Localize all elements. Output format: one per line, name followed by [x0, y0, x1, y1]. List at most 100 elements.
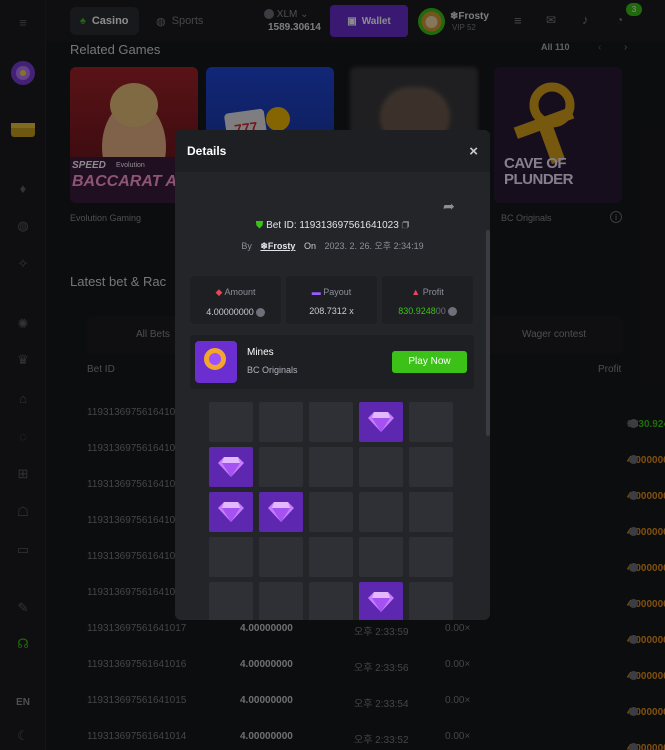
menu-icon[interactable]: ≡: [11, 10, 35, 34]
casino-icon[interactable]: ♦: [11, 176, 35, 200]
chevron-down-icon: ⌄: [300, 9, 309, 20]
tab-casino-label: Casino: [91, 15, 129, 27]
copy-icon[interactable]: ❐: [402, 220, 410, 231]
row-bet-id[interactable]: 119313697561641022: [87, 443, 186, 454]
gem-icon: [368, 412, 394, 432]
treasure-chest-icon[interactable]: [8, 116, 38, 142]
xlm-coin-icon: [629, 743, 638, 750]
amount-value: 4.00000000: [206, 307, 254, 317]
row-bet-id[interactable]: 119313697561641015: [87, 695, 186, 706]
mine-tile: [309, 402, 353, 442]
mine-tile: [409, 492, 453, 532]
modal-scrollbar[interactable]: [486, 230, 490, 436]
card-caption: BC Originals: [501, 213, 552, 223]
row-bet-id[interactable]: 119313697561641020: [87, 515, 186, 526]
amount-label: Amount: [224, 287, 256, 297]
vip-club-icon[interactable]: ♛: [11, 348, 35, 372]
shop-icon[interactable]: ⊞: [11, 462, 35, 486]
game-card-cave-of-plunder[interactable]: CAVE OF PLUNDER: [494, 67, 622, 203]
sports-icon[interactable]: ◍: [11, 214, 35, 238]
related-games-title: Related Games: [70, 42, 161, 57]
play-now-button[interactable]: Play Now: [392, 351, 467, 373]
sponsorship-icon[interactable]: ☖: [11, 500, 35, 524]
info-icon[interactable]: i: [610, 211, 622, 223]
coin-icon: [266, 107, 290, 131]
row-bet-id[interactable]: 119313697561641019: [87, 551, 186, 562]
xlm-coin-icon: [264, 9, 274, 20]
blog-icon[interactable]: ✎: [11, 596, 35, 620]
xlm-coin-icon: [255, 308, 265, 318]
bet-date: 2023. 2. 26. 오후 2:34:19: [324, 241, 424, 251]
lottery-icon[interactable]: ✧: [11, 252, 35, 276]
row-amount: 4.00000000: [240, 731, 293, 742]
tab-all-bets[interactable]: All Bets: [136, 329, 170, 340]
row-time: 오후 2:33:56: [354, 663, 409, 674]
xlm-coin-icon: [629, 419, 638, 428]
balance: 1589.30614: [268, 22, 321, 33]
row-bet-id[interactable]: 119313697561641016: [87, 659, 186, 670]
all-games-link[interactable]: All 110: [541, 42, 570, 52]
gift-icon[interactable]: ⌂: [11, 386, 35, 410]
xlm-coin-icon: [629, 599, 638, 608]
row-amount: 4.00000000: [240, 659, 293, 670]
share-icon[interactable]: ➦: [443, 198, 455, 215]
table-row[interactable]: 119313697561641014 4.00000000 오후 2:33:52 0.…: [87, 719, 665, 750]
currency-selector[interactable]: XLM ⌄: [264, 9, 309, 20]
gem-icon: [268, 502, 294, 522]
gem-icon: [218, 502, 244, 522]
payout-value: 208.7312 x: [309, 306, 354, 316]
xlm-coin-icon: [629, 707, 638, 716]
profit-stat: ▲ Profit 830.924800: [382, 276, 473, 324]
avatar[interactable]: [418, 8, 445, 35]
table-row[interactable]: 119313697561641015 4.00000000 오후 2:33:54 0.…: [87, 683, 665, 719]
vip-level: VIP 52: [452, 23, 476, 32]
mine-tile: [259, 402, 303, 442]
row-bet-id[interactable]: 119313697561641018: [87, 587, 186, 598]
tab-wager-contest[interactable]: Wager contest: [522, 329, 586, 340]
row-multiplier: 0.00×: [445, 623, 471, 634]
row-bet-id[interactable]: 119313697561641023: [87, 407, 186, 418]
language-selector[interactable]: EN: [11, 690, 35, 714]
tab-sports[interactable]: ◍ Sports: [146, 7, 213, 35]
mine-tile: [359, 537, 403, 577]
support-headset-icon[interactable]: ☊: [11, 632, 35, 656]
mail-icon[interactable]: ✉: [546, 13, 556, 27]
latest-bets-title: Latest bet & Rac: [70, 274, 167, 289]
row-bet-id[interactable]: 119313697561641014: [87, 731, 186, 742]
table-row[interactable]: 119313697561641016 4.00000000 오후 2:33:56 0.…: [87, 647, 665, 683]
shield-icon: ⛊: [255, 220, 264, 231]
wallet-button[interactable]: ▣ Wallet: [330, 5, 408, 37]
spin-wheel-icon[interactable]: [8, 58, 38, 88]
tab-casino[interactable]: ♠ Casino: [70, 7, 139, 35]
list-icon[interactable]: ≡: [514, 13, 522, 28]
mine-tile: [259, 537, 303, 577]
mine-tile: [209, 582, 253, 620]
row-bet-id[interactable]: 119313697561641021: [87, 479, 186, 490]
mine-tile: [309, 492, 353, 532]
bet-user-link[interactable]: ❄Frosty: [260, 241, 295, 251]
card-art-text-2: BACCARAT A: [72, 173, 177, 190]
wallet-label: Wallet: [361, 15, 391, 27]
mine-tile: [309, 537, 353, 577]
bell-icon[interactable]: ♪: [582, 12, 589, 27]
prev-arrow-icon[interactable]: ‹: [598, 42, 601, 53]
dark-mode-icon[interactable]: ☾: [11, 724, 35, 748]
mine-tile-gem: [209, 447, 253, 487]
close-icon[interactable]: ×: [469, 143, 478, 160]
promotions-icon[interactable]: ✺: [11, 312, 35, 336]
row-bet-id[interactable]: 119313697561641017: [87, 623, 186, 634]
next-arrow-icon[interactable]: ›: [624, 42, 627, 53]
casino-tab-icon: ♠: [80, 15, 86, 27]
mine-tile-gem: [259, 492, 303, 532]
chat-icon[interactable]: ◔: [616, 13, 623, 27]
profit-value: 830.9248: [398, 306, 436, 316]
mines-game-thumbnail[interactable]: [195, 341, 237, 383]
xlm-coin-icon: [629, 671, 638, 680]
username[interactable]: ❄Frosty: [450, 11, 489, 22]
mine-tile: [409, 402, 453, 442]
row-multiplier: 0.00×: [445, 659, 471, 670]
forum-icon[interactable]: ▭: [11, 538, 35, 562]
card-art-text-1: SPEED: [72, 160, 106, 171]
xlm-coin-icon: [629, 491, 638, 500]
bonus-icon[interactable]: ◌: [11, 424, 35, 448]
